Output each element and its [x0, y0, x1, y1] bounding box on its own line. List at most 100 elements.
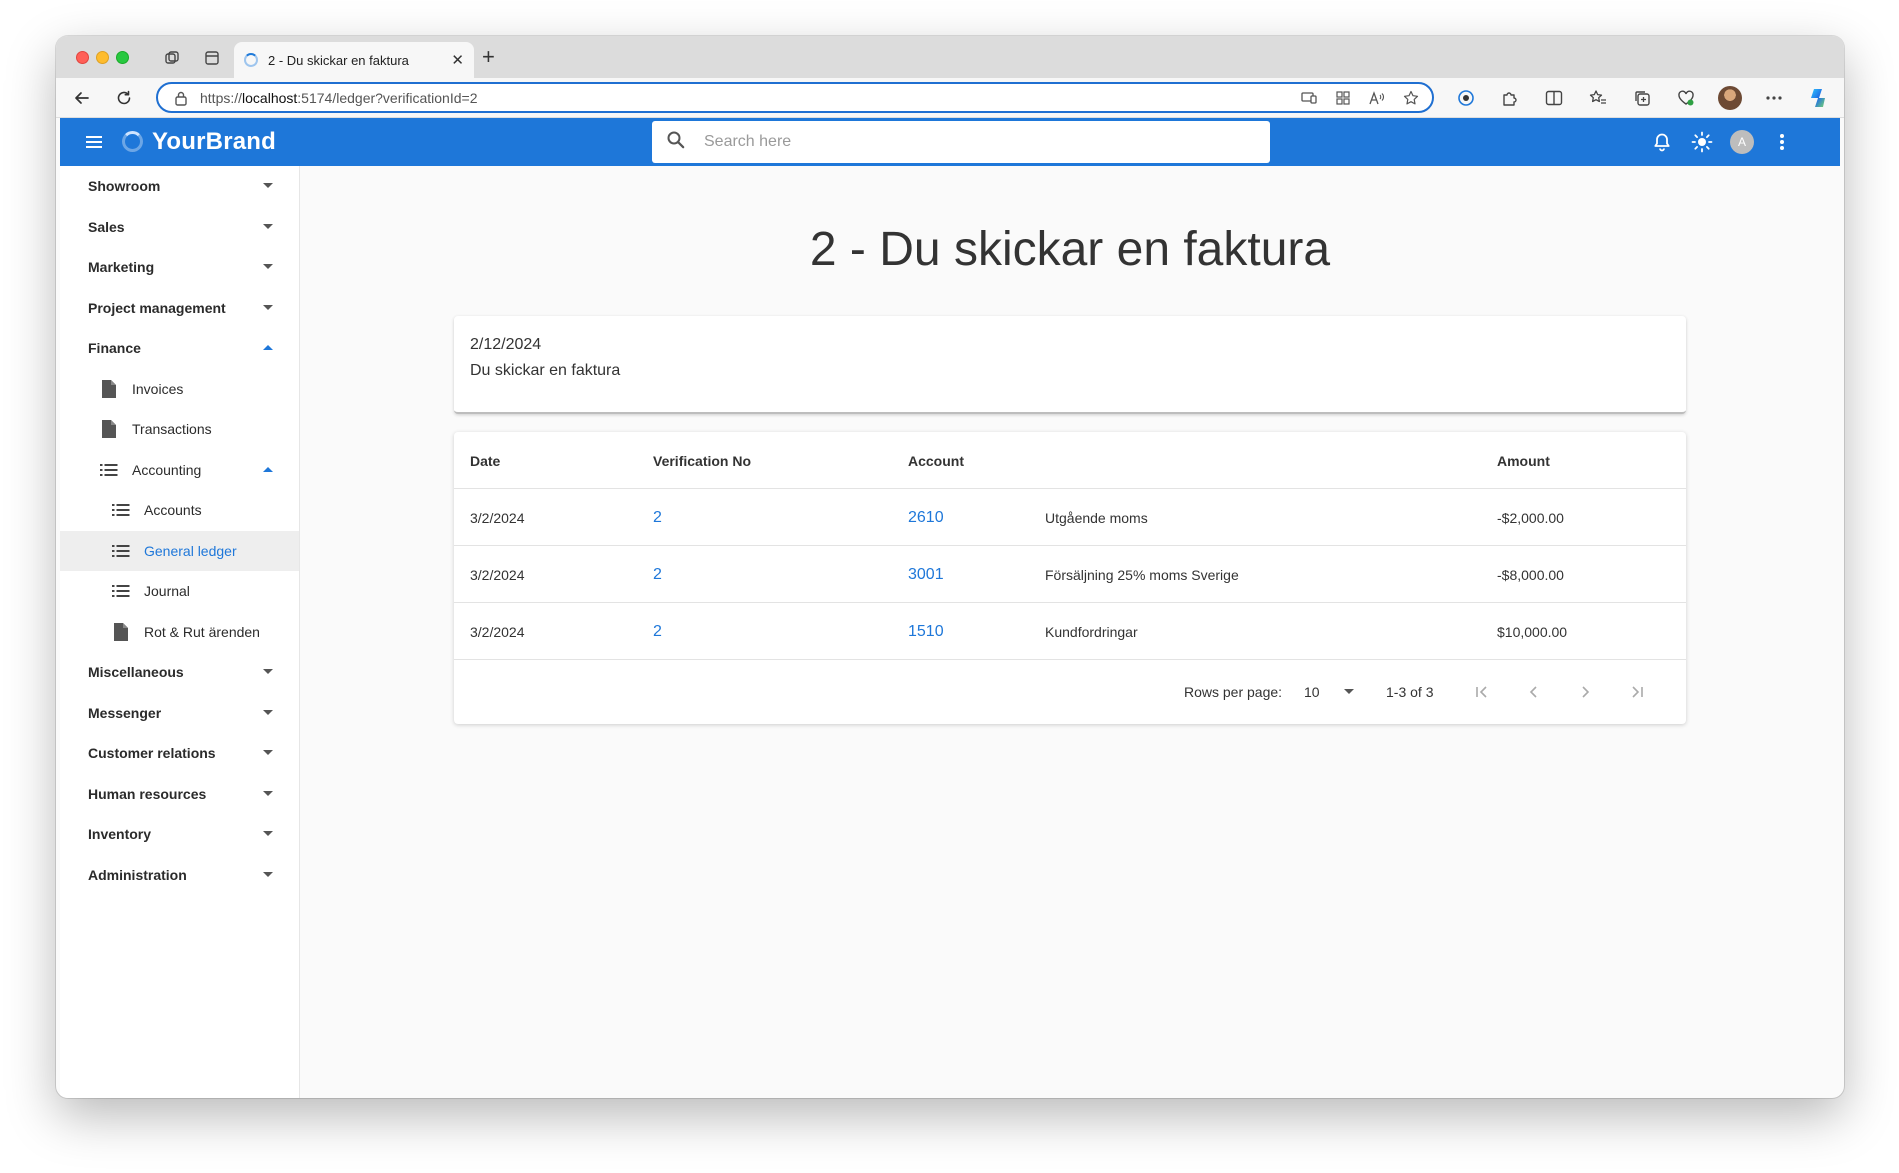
main-content: 2 - Du skickar en faktura 2/12/2024 Du s… — [300, 166, 1840, 1098]
sidebar-item-accounts[interactable]: Accounts — [60, 490, 299, 531]
sidebar-item-project-management[interactable]: Project management — [60, 288, 299, 329]
performance-heart-icon[interactable] — [1674, 86, 1698, 110]
cell-account-name: Försäljning 25% moms Sverige — [1045, 566, 1239, 583]
user-avatar[interactable]: A — [1730, 130, 1754, 154]
first-page-icon[interactable] — [1470, 660, 1494, 724]
sidebar-item-invoices[interactable]: Invoices — [60, 369, 299, 410]
page-title: 2 - Du skickar en faktura — [809, 223, 1331, 276]
sidebar-item-label: Project management — [88, 299, 226, 316]
maximize-window-button[interactable] — [116, 51, 129, 64]
verification-link[interactable]: 2 — [653, 489, 662, 546]
more-options-icon[interactable] — [1762, 86, 1786, 110]
rows-per-page-select[interactable]: 10 — [1304, 660, 1354, 724]
sidebar-item-messenger[interactable]: Messenger — [60, 693, 299, 734]
chevron-down-icon — [263, 183, 273, 188]
favorite-star-icon[interactable] — [1402, 89, 1420, 107]
chevron-down-icon — [263, 790, 273, 796]
sidebar-item-inventory[interactable]: Inventory — [60, 814, 299, 855]
loading-spinner-icon — [244, 53, 258, 67]
sidebar-item-general-ledger[interactable]: General ledger — [60, 530, 299, 571]
sidebar-item-sales[interactable]: Sales — [60, 207, 299, 248]
cell-account-name: Utgående moms — [1045, 509, 1148, 526]
column-header-verification[interactable]: Verification No — [653, 432, 751, 489]
copilot-icon[interactable] — [1806, 86, 1830, 110]
account-link[interactable]: 2610 — [908, 489, 944, 546]
sidebar-item-label: Accounts — [144, 502, 202, 519]
sidebar-item-showroom[interactable]: Showroom — [60, 166, 299, 207]
verification-link[interactable]: 2 — [653, 546, 662, 603]
sidebar-item-label: Sales — [88, 218, 125, 235]
sidebar-item-miscellaneous[interactable]: Miscellaneous — [60, 652, 299, 693]
account-link[interactable]: 1510 — [908, 603, 944, 660]
sidebar-item-label: Miscellaneous — [88, 664, 184, 681]
sidebar-item-label: Invoices — [132, 380, 184, 397]
profile-avatar[interactable] — [1718, 86, 1742, 110]
apps-grid-icon[interactable] — [1334, 89, 1352, 107]
browser-window: 2 - Du skickar en faktura ✕ + https://lo… — [56, 36, 1844, 1098]
notifications-bell-icon[interactable] — [1650, 130, 1674, 154]
account-link[interactable]: 3001 — [908, 546, 944, 603]
new-tab-icon[interactable]: + — [482, 44, 495, 70]
split-screen-icon[interactable] — [1542, 86, 1566, 110]
previous-page-icon[interactable] — [1522, 660, 1546, 724]
tab-actions-icon[interactable] — [202, 48, 222, 68]
document-icon — [110, 621, 132, 643]
search-input[interactable] — [704, 133, 1224, 151]
sidebar-item-administration[interactable]: Administration — [60, 855, 299, 896]
sidebar-item-journal[interactable]: Journal — [60, 571, 299, 612]
sidebar-item-label: Finance — [88, 340, 141, 357]
extensions-puzzle-icon[interactable] — [1498, 86, 1522, 110]
minimize-window-button[interactable] — [96, 51, 109, 64]
sidebar-item-finance[interactable]: Finance — [60, 328, 299, 369]
browser-titlebar: 2 - Du skickar en faktura ✕ + — [56, 36, 1844, 78]
workspaces-icon[interactable] — [162, 48, 182, 68]
close-window-button[interactable] — [76, 51, 89, 64]
rows-per-page-value: 10 — [1304, 684, 1320, 700]
back-icon[interactable] — [70, 86, 94, 110]
sidebar-item-label: Customer relations — [88, 745, 216, 762]
chevron-down-icon — [263, 223, 273, 229]
url-host: localhost — [242, 89, 298, 106]
read-aloud-icon[interactable] — [1368, 89, 1386, 107]
browser-tab-active[interactable]: 2 - Du skickar en faktura ✕ — [234, 42, 474, 78]
sidebar-item-transactions[interactable]: Transactions — [60, 409, 299, 450]
sidebar-item-customer-relations[interactable]: Customer relations — [60, 733, 299, 774]
document-icon — [98, 378, 120, 400]
cell-date: 3/2/2024 — [470, 509, 525, 526]
column-header-amount[interactable]: Amount — [1497, 432, 1550, 489]
sidebar-item-rot-rut[interactable]: Rot & Rut ärenden — [60, 612, 299, 653]
next-page-icon[interactable] — [1573, 660, 1597, 724]
list-icon — [98, 459, 120, 481]
search-box[interactable] — [652, 121, 1270, 163]
column-header-account[interactable]: Account — [908, 432, 964, 489]
chevron-down-icon — [263, 304, 273, 310]
brand-name[interactable]: YourBrand — [152, 128, 276, 156]
close-tab-icon[interactable]: ✕ — [451, 51, 464, 69]
sidebar-item-label: Messenger — [88, 704, 162, 721]
last-page-icon[interactable] — [1625, 660, 1649, 724]
favorites-icon[interactable] — [1586, 86, 1610, 110]
column-header-date[interactable]: Date — [470, 432, 500, 489]
hamburger-menu-icon[interactable] — [84, 132, 104, 152]
sidebar-item-marketing[interactable]: Marketing — [60, 247, 299, 288]
sidebar-item-label: General ledger — [144, 542, 237, 559]
pagination-range: 1-3 of 3 — [1386, 684, 1434, 700]
extension-shield-icon[interactable] — [1454, 86, 1478, 110]
app-available-icon[interactable] — [1300, 89, 1318, 107]
reload-icon[interactable] — [112, 86, 136, 110]
address-bar[interactable]: https://localhost:5174/ledger?verificati… — [156, 82, 1434, 113]
verification-link[interactable]: 2 — [653, 603, 662, 660]
cell-amount: -$8,000.00 — [1497, 566, 1564, 583]
more-vert-icon[interactable] — [1770, 130, 1794, 154]
site-info-icon[interactable] — [174, 90, 188, 106]
sidebar-item-human-resources[interactable]: Human resources — [60, 774, 299, 815]
collections-icon[interactable] — [1630, 86, 1654, 110]
table-row: 3/2/2024 2 3001 Försäljning 25% moms Sve… — [454, 546, 1686, 603]
chevron-down-icon — [263, 750, 273, 755]
verification-date: 2/12/2024 — [470, 336, 542, 353]
theme-toggle-sun-icon[interactable] — [1690, 130, 1714, 154]
sidebar-item-label: Human resources — [88, 785, 207, 802]
document-icon — [98, 418, 120, 440]
app-bar: YourBrand A — [60, 118, 1840, 166]
sidebar-item-accounting[interactable]: Accounting — [60, 450, 299, 491]
